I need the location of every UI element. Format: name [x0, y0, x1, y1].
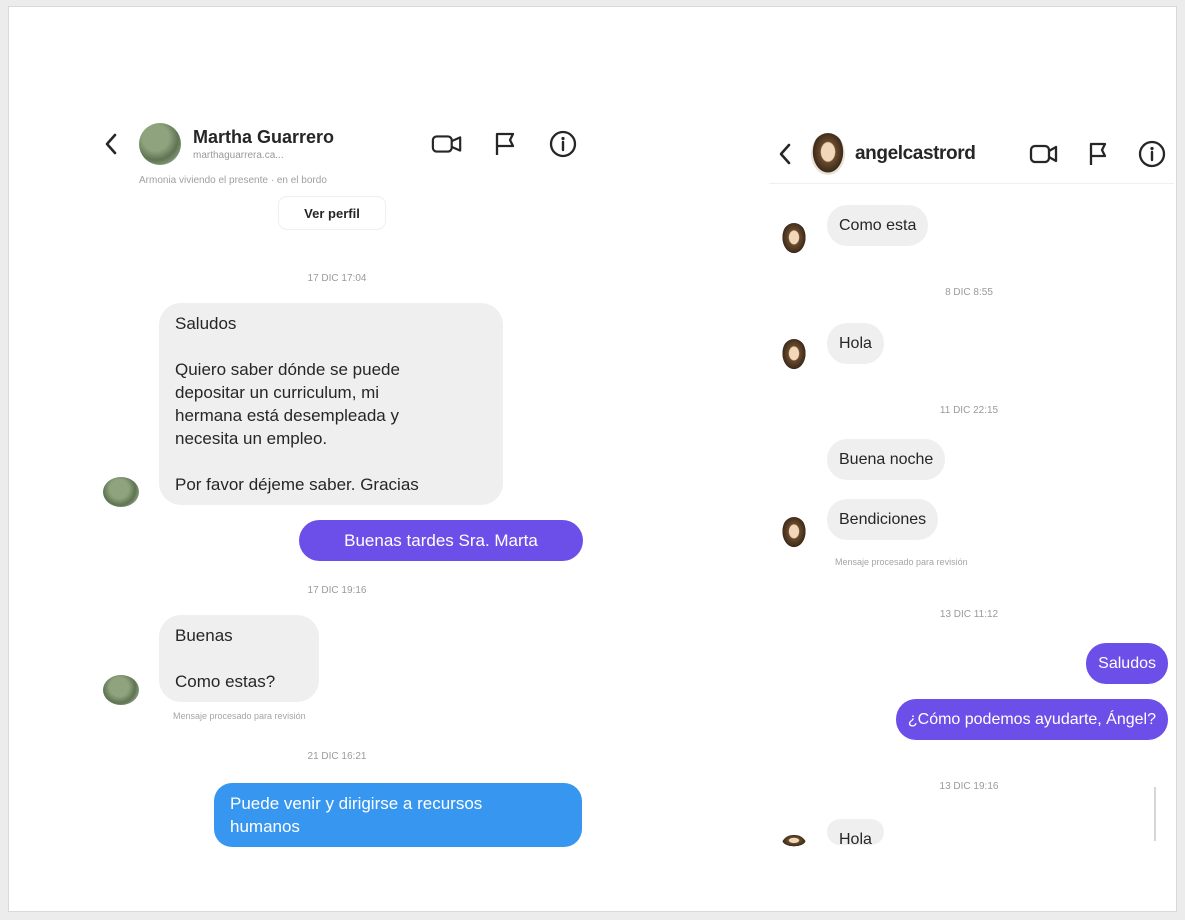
left-conversation: Martha Guarrero marthaguarrera.ca.​.. Ar…: [89, 115, 589, 855]
message-line: [175, 647, 303, 670]
incoming-message[interactable]: Bendiciones: [827, 499, 939, 540]
outgoing-message[interactable]: Buenas tardes Sra. Marta: [299, 520, 583, 561]
timestamp: 11 DIC 22:15: [939, 405, 999, 416]
message-line: necesita un empleo.: [175, 429, 328, 448]
contact-name[interactable]: angelcastrord: [855, 143, 976, 165]
message-line: Quiero saber dónde se puede: [175, 360, 400, 379]
contact-handle: marthaguarrera.ca.​..: [193, 150, 284, 161]
right-conversation: angelcastrord Como esta 8 DIC 8:55 Hola …: [769, 125, 1174, 855]
avatar[interactable]: [781, 223, 807, 255]
incoming-message[interactable]: Como esta: [827, 205, 929, 246]
outgoing-message[interactable]: Saludos: [1086, 643, 1168, 684]
avatar[interactable]: [139, 123, 181, 165]
avatar[interactable]: [781, 517, 807, 549]
message-line: [175, 450, 487, 473]
header-actions: [1028, 138, 1168, 170]
avatar[interactable]: [103, 675, 139, 705]
scrollbar[interactable]: [1154, 787, 1156, 841]
screenshot-frame: Martha Guarrero marthaguarrera.ca.​.. Ar…: [8, 6, 1177, 912]
incoming-message[interactable]: Hola: [827, 323, 884, 364]
timestamp: 13 DIC 11:12: [939, 609, 999, 620]
video-camera-icon[interactable]: [431, 128, 463, 160]
avatar[interactable]: [811, 133, 845, 175]
video-camera-icon[interactable]: [1028, 138, 1060, 170]
timestamp: 21 DIC 16:21: [307, 751, 367, 762]
info-icon[interactable]: [1136, 138, 1168, 170]
timestamp: 13 DIC 19:16: [939, 781, 999, 792]
contact-title[interactable]: Martha Guarrero marthaguarrera.ca.​..: [193, 127, 334, 161]
moderation-note: Mensaje procesado para revisión: [835, 557, 968, 567]
message-line: hermana está desempleada y: [175, 406, 399, 425]
left-chat-header: Martha Guarrero marthaguarrera.ca.​..: [89, 115, 589, 173]
message-line: Saludos: [175, 314, 237, 333]
outgoing-message[interactable]: Puede venir y dirigirse a recursos human…: [214, 783, 582, 847]
flag-icon[interactable]: [489, 128, 521, 160]
timestamp: 8 DIC 8:55: [945, 287, 993, 298]
message-line: Puede venir y dirigirse a recursos: [230, 794, 483, 813]
view-profile-button[interactable]: Ver perfil: [279, 197, 385, 229]
contact-name: Martha Guarrero: [193, 127, 335, 147]
avatar[interactable]: [103, 477, 139, 507]
flag-icon[interactable]: [1082, 138, 1114, 170]
header-actions: [431, 128, 579, 160]
right-chat-header: angelcastrord: [769, 125, 1174, 184]
timestamp: 17 DIC 17:04: [307, 273, 367, 284]
info-icon[interactable]: [547, 128, 579, 160]
message-line: humanos: [230, 817, 300, 836]
outgoing-message[interactable]: ¿Cómo podemos ayudarte, Ángel?: [895, 699, 1168, 740]
timestamp: 17 DIC 19:16: [307, 585, 367, 596]
moderation-note: Mensaje procesado para revisión: [173, 711, 306, 721]
message-line: Por favor déjeme saber. Gracias: [175, 475, 419, 494]
message-line: [175, 335, 487, 358]
back-icon[interactable]: [95, 128, 127, 160]
avatar[interactable]: [781, 835, 807, 847]
incoming-message[interactable]: Saludos Quiero saber dónde se puede depo…: [159, 303, 503, 505]
avatar[interactable]: [781, 339, 807, 371]
incoming-message[interactable]: Buena noche: [827, 439, 946, 480]
message-line: Buenas: [175, 626, 233, 645]
profile-caption: Armonia viviendo el presente · en el bor…: [139, 175, 327, 186]
back-icon[interactable]: [769, 138, 801, 170]
message-line: Como estas?: [175, 672, 276, 691]
incoming-message[interactable]: Buenas Como estas?: [159, 615, 319, 702]
incoming-message[interactable]: Hola: [827, 819, 884, 845]
message-line: depositar un curriculum, mi: [175, 383, 380, 402]
